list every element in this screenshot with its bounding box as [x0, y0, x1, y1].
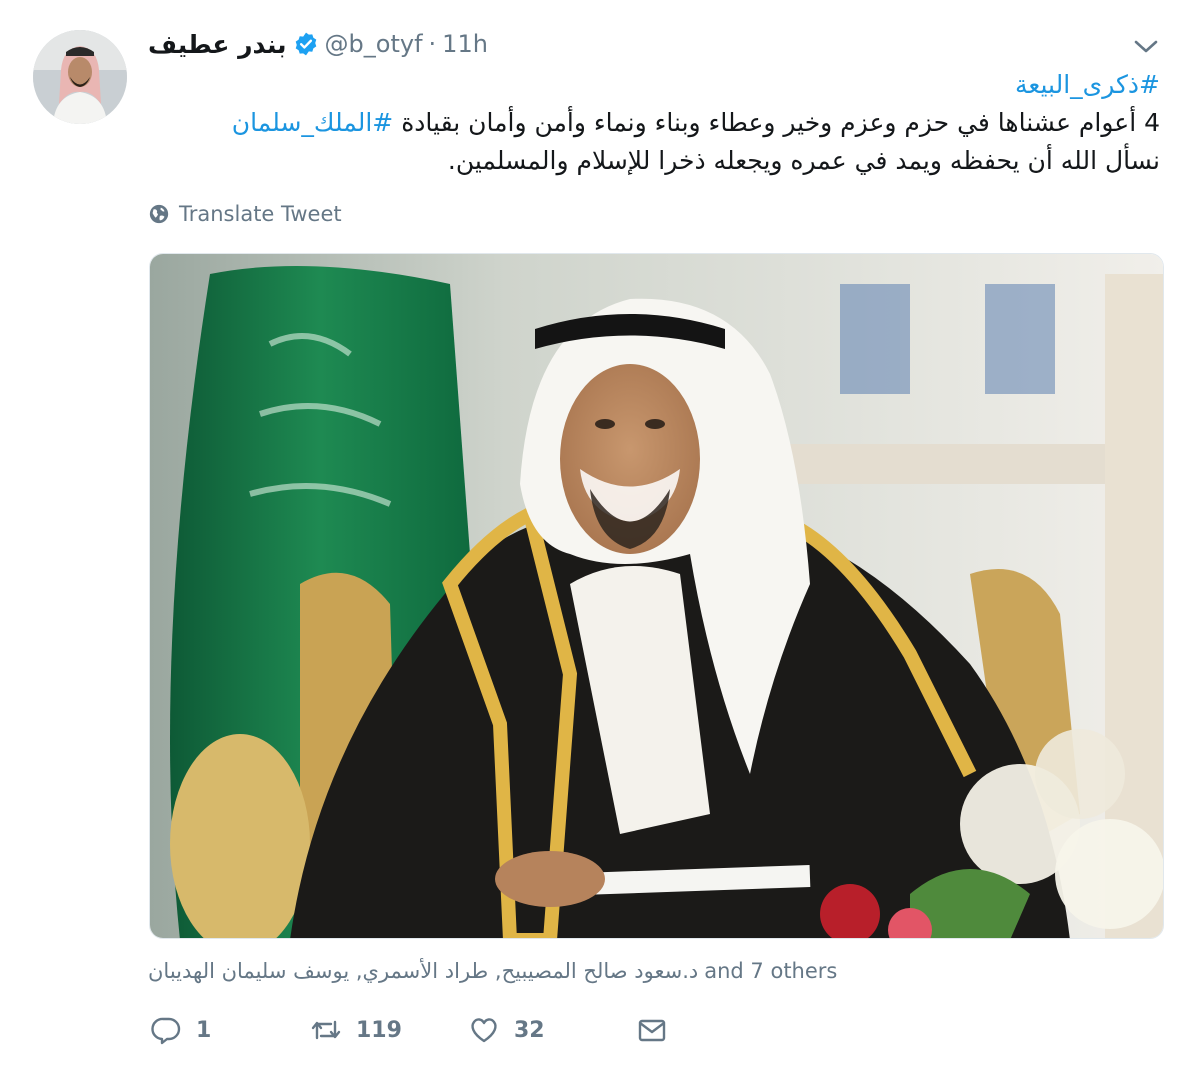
author-handle[interactable]: @b_otyf	[325, 30, 423, 58]
chevron-down-icon[interactable]	[1132, 36, 1160, 58]
tweet-timestamp[interactable]: 11h	[442, 30, 488, 58]
tweet-line-2-text: 4 أعوام عشناها في حزم وعزم وخير وعطاء وب…	[393, 108, 1160, 137]
tweet-photo[interactable]	[149, 253, 1164, 939]
heart-icon	[471, 1018, 497, 1043]
globe-icon	[149, 204, 169, 224]
hashtag-link-king[interactable]: #الملك_سلمان	[232, 108, 393, 137]
retweet-icon	[311, 1020, 341, 1040]
tweet-header: بندر عطيف @b_otyf · 11h	[148, 24, 488, 64]
reply-button[interactable]: 1	[150, 1014, 310, 1046]
reply-count: 1	[196, 1017, 212, 1043]
tweet-action-bar: 1 119 32	[150, 1010, 668, 1050]
tweet-text: #ذكرى_البيعة 4 أعوام عشناها في حزم وعزم …	[160, 66, 1160, 180]
tweet-line-3: نسأل الله أن يحفظه ويمد في عمره ويجعله ذ…	[447, 146, 1160, 175]
like-count: 32	[514, 1017, 545, 1043]
liked-by-names[interactable]: د.سعود صالح المصيبيح, طراد الأسمري, يوسف…	[148, 959, 698, 983]
like-button[interactable]: 32	[468, 1014, 636, 1046]
retweet-count: 119	[356, 1017, 402, 1043]
avatar[interactable]	[33, 30, 127, 124]
translate-label: Translate Tweet	[179, 202, 342, 226]
liked-by-others[interactable]: and 7 others	[704, 959, 837, 983]
liked-by-summary[interactable]: د.سعود صالح المصيبيح, طراد الأسمري, يوسف…	[148, 956, 837, 986]
separator-dot: ·	[428, 30, 437, 58]
translate-tweet-link[interactable]: Translate Tweet	[148, 200, 342, 228]
tweet-card[interactable]: بندر عطيف @b_otyf · 11h #ذكرى_البيعة 4 أ…	[0, 0, 1200, 1076]
verified-badge-icon	[293, 31, 319, 57]
tweet-line-2: 4 أعوام عشناها في حزم وعزم وخير وعطاء وب…	[160, 104, 1160, 142]
direct-message-icon	[638, 1019, 666, 1042]
tweet-line-1: #ذكرى_البيعة	[160, 66, 1160, 104]
author-name[interactable]: بندر عطيف	[148, 30, 287, 59]
direct-message-button[interactable]	[636, 1014, 668, 1046]
reply-icon	[151, 1017, 181, 1045]
retweet-button[interactable]: 119	[310, 1014, 468, 1046]
hashtag-link[interactable]: #ذكرى_البيعة	[1015, 70, 1160, 99]
